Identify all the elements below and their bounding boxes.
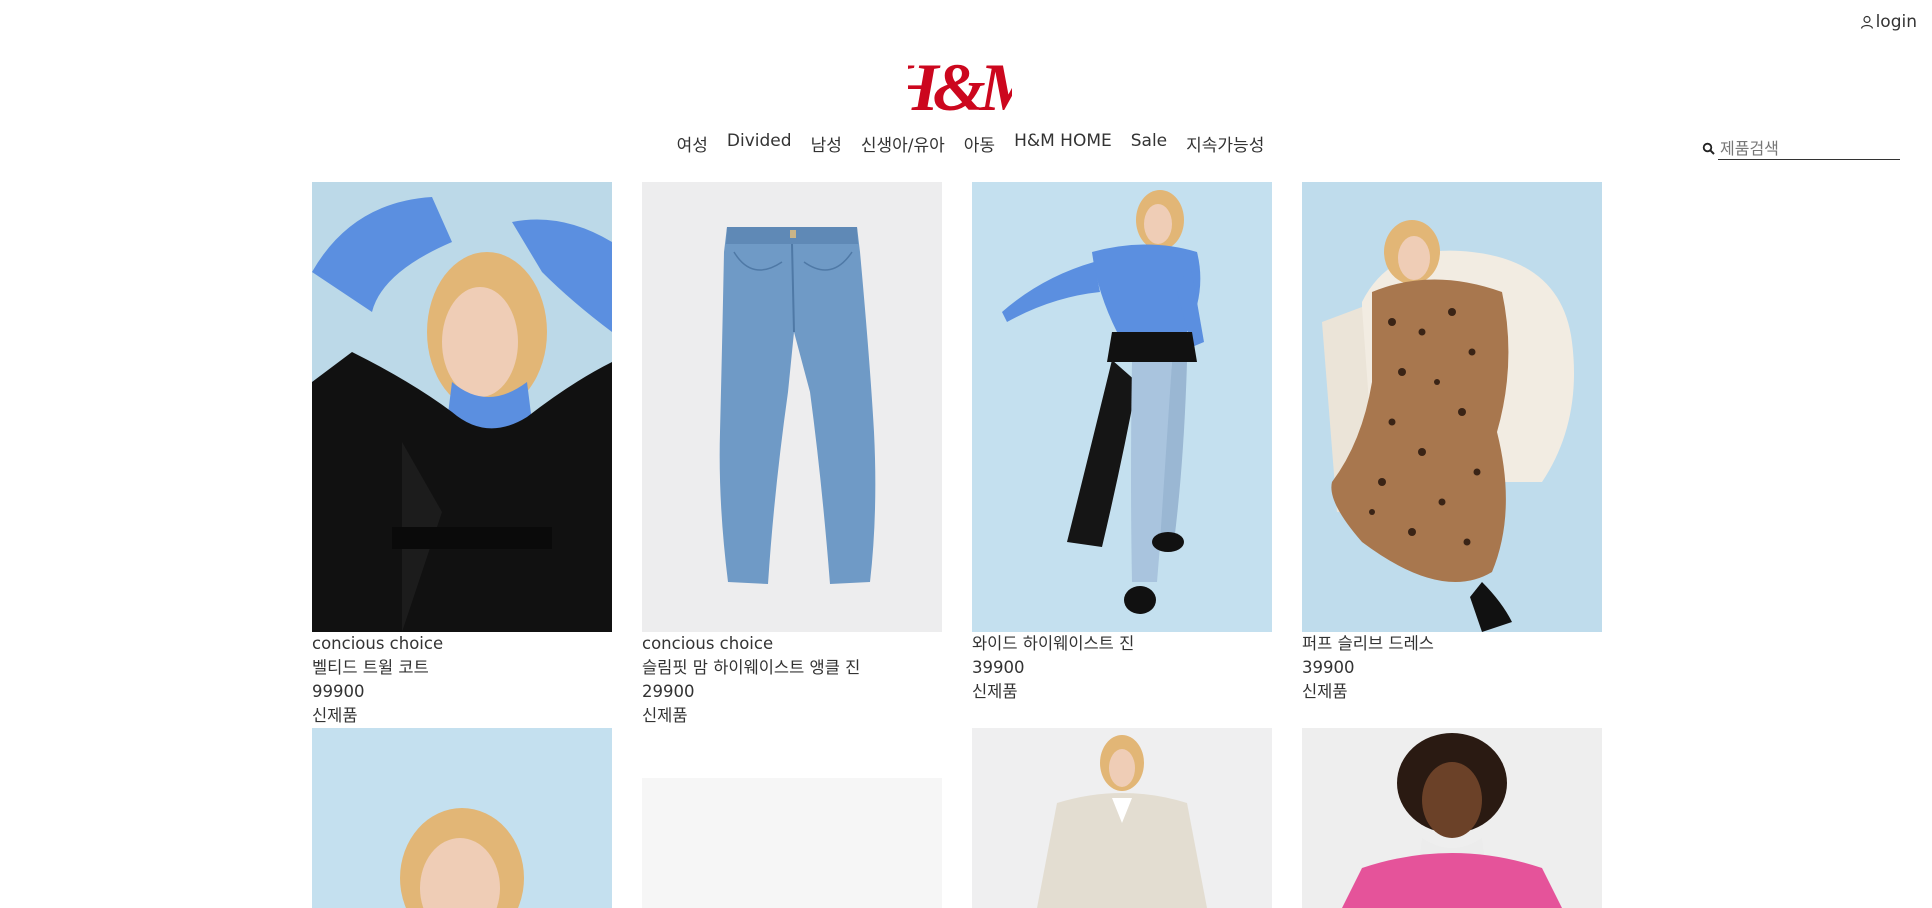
product-tag: concious choice xyxy=(312,634,444,653)
product-image[interactable] xyxy=(312,182,612,632)
product-image[interactable] xyxy=(1302,728,1602,908)
product-image[interactable] xyxy=(1302,182,1602,632)
product-image[interactable] xyxy=(642,182,942,632)
nav-item-men[interactable]: 남성 xyxy=(811,131,842,156)
svg-text:H&M: H&M xyxy=(908,52,1012,124)
product-badge: 신제품 xyxy=(312,706,358,725)
product-card[interactable] xyxy=(312,728,612,908)
product-card[interactable] xyxy=(642,728,942,908)
product-title: 퍼프 슬리브 드레스 xyxy=(1302,634,1434,653)
product-image[interactable] xyxy=(972,728,1272,908)
nav-item-women[interactable]: 여성 xyxy=(677,131,708,156)
login-label: login xyxy=(1875,12,1917,32)
product-card[interactable] xyxy=(1302,728,1602,908)
brand-logo[interactable]: H&M xyxy=(885,49,1049,125)
product-image[interactable] xyxy=(642,728,942,908)
nav-item-home[interactable]: H&M HOME xyxy=(1014,131,1112,156)
product-image[interactable] xyxy=(972,182,1272,632)
nav-item-baby[interactable]: 신생아/유아 xyxy=(861,131,945,156)
product-card[interactable]: concious choice 슬림핏 맘 하이웨이스트 앵클 진 29900 … xyxy=(642,182,942,728)
main-nav: 여성 Divided 남성 신생아/유아 아동 H&M HOME Sale 지속… xyxy=(0,131,1932,156)
search-box xyxy=(1702,139,1900,160)
product-badge: 신제품 xyxy=(1302,682,1348,701)
nav-item-sustainability[interactable]: 지속가능성 xyxy=(1186,131,1264,156)
product-grid: concious choice 벨티드 트윌 코트 99900 신제품 conc… xyxy=(312,182,1602,908)
product-title: 벨티드 트윌 코트 xyxy=(312,658,429,677)
product-card[interactable]: concious choice 벨티드 트윌 코트 99900 신제품 xyxy=(312,182,612,728)
nav-item-divided[interactable]: Divided xyxy=(727,131,792,156)
product-price: 39900 xyxy=(1302,658,1355,677)
product-card[interactable]: 퍼프 슬리브 드레스 39900 신제품 xyxy=(1302,182,1602,728)
product-card[interactable]: 와이드 하이웨이스트 진 39900 신제품 xyxy=(972,182,1272,728)
product-tag: concious choice xyxy=(642,634,774,653)
search-icon[interactable] xyxy=(1702,142,1715,155)
product-image[interactable] xyxy=(312,728,612,908)
nav-item-kids[interactable]: 아동 xyxy=(964,131,995,156)
product-title: 슬림핏 맘 하이웨이스트 앵클 진 xyxy=(642,658,861,677)
product-price: 39900 xyxy=(972,658,1025,677)
search-input[interactable] xyxy=(1718,139,1900,160)
product-card[interactable] xyxy=(972,728,1272,908)
product-price: 29900 xyxy=(642,682,695,701)
product-price: 99900 xyxy=(312,682,365,701)
login-link[interactable]: login xyxy=(1860,12,1917,32)
product-badge: 신제품 xyxy=(642,706,688,725)
product-badge: 신제품 xyxy=(972,682,1018,701)
user-icon xyxy=(1860,15,1873,29)
nav-item-sale[interactable]: Sale xyxy=(1131,131,1167,156)
product-title: 와이드 하이웨이스트 진 xyxy=(972,634,1135,653)
